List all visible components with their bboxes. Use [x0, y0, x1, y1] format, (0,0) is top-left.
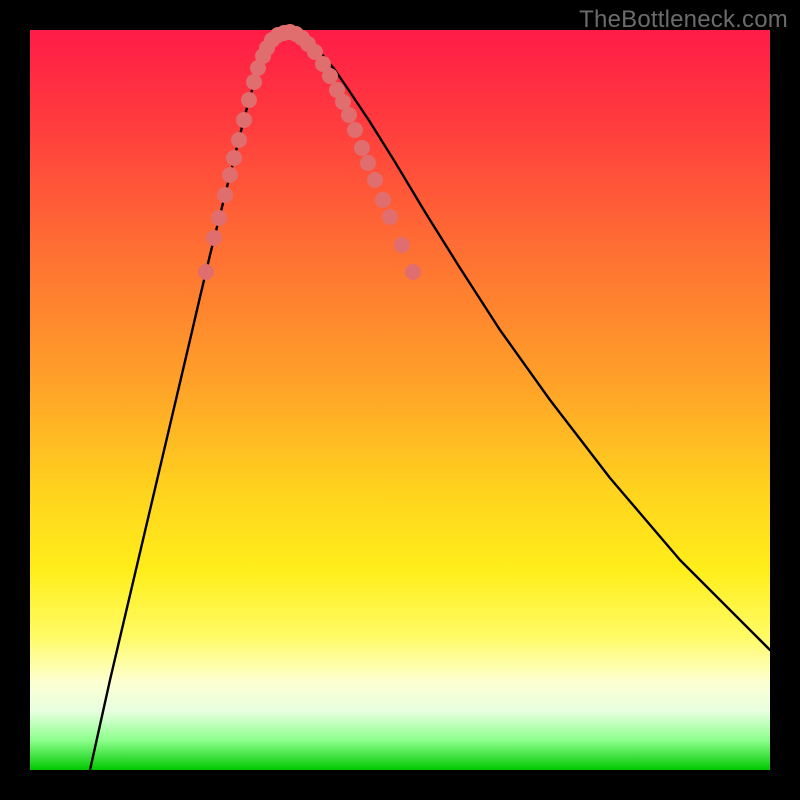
highlight-dot — [236, 112, 252, 128]
highlight-dot — [222, 167, 238, 183]
highlight-dot — [217, 187, 233, 203]
highlight-dot — [226, 150, 242, 166]
highlight-dot — [367, 172, 383, 188]
v-curve-line — [90, 32, 770, 770]
highlight-dot — [405, 264, 421, 280]
highlight-dot — [231, 132, 247, 148]
highlight-dot — [322, 68, 338, 84]
highlight-dot — [354, 140, 370, 156]
highlight-dot — [246, 74, 262, 90]
highlight-dot — [347, 122, 363, 138]
highlight-dot — [341, 107, 357, 123]
highlight-dot — [198, 264, 214, 280]
highlight-dot — [211, 210, 227, 226]
watermark-text: TheBottleneck.com — [579, 6, 788, 34]
plot-area — [30, 30, 770, 770]
highlight-dot — [206, 230, 222, 246]
highlight-dot — [360, 155, 376, 171]
highlight-dot — [382, 209, 398, 225]
highlight-dot — [394, 237, 410, 253]
highlight-dot — [375, 192, 391, 208]
chart-frame: TheBottleneck.com — [0, 0, 800, 800]
highlight-dot — [241, 92, 257, 108]
chart-svg — [30, 30, 770, 770]
